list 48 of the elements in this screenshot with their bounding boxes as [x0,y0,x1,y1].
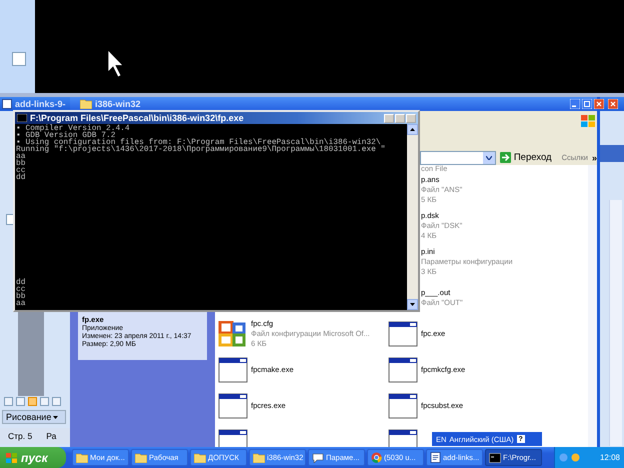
section-label: Ра [46,431,56,441]
drawing-menu[interactable]: Рисование [2,410,66,424]
maximize-button[interactable] [582,99,592,109]
program-window-icon [218,357,248,383]
console-icon [17,114,27,122]
windows-flag-icon [580,114,596,128]
view-button[interactable] [16,397,25,406]
window-title: add-links-9- [15,99,66,109]
view-button[interactable] [28,397,37,406]
close-button[interactable] [406,114,416,122]
window-title: i386-win32 [95,99,141,109]
folder-icon [135,452,147,462]
office-squares-icon [218,321,248,347]
document-icon [2,99,12,109]
speech-bubble-icon [312,452,324,462]
program-window-icon [218,393,248,419]
folder-icon [76,452,88,462]
folder-icon [253,452,265,462]
address-field[interactable] [420,150,496,164]
document-icon [430,452,441,463]
view-button[interactable] [4,397,13,406]
browser-icon [371,452,382,463]
close-button[interactable] [594,99,604,109]
maximize-button[interactable] [395,114,405,122]
view-button[interactable] [52,397,61,406]
scroll-down-icon [410,303,415,306]
arrow-icon [500,152,511,163]
minimize-button[interactable] [384,114,394,122]
minimize-button[interactable] [570,99,580,109]
scroll-up-icon [410,128,415,131]
program-window-icon [388,357,418,383]
page-number: Стр. 5 [8,431,32,441]
scrollbar[interactable] [407,124,418,310]
more-chevron[interactable]: » [592,152,597,162]
folder-icon [194,452,206,462]
program-window-icon [388,321,418,347]
windows-flag-icon [6,452,17,462]
view-button[interactable] [40,397,49,406]
clock: 12:08 [600,453,620,462]
scrollbar[interactable] [609,200,622,446]
caret-icon [53,416,58,418]
scrollbar[interactable] [588,165,597,447]
go-button[interactable]: Переход [500,152,552,163]
close-button[interactable] [608,99,618,109]
program-window-icon [388,393,418,419]
window-title: F:\Program Files\FreePascal\bin\i386-win32\fp.exe [30,113,245,123]
console-icon [489,452,501,462]
pane-header [600,145,624,162]
